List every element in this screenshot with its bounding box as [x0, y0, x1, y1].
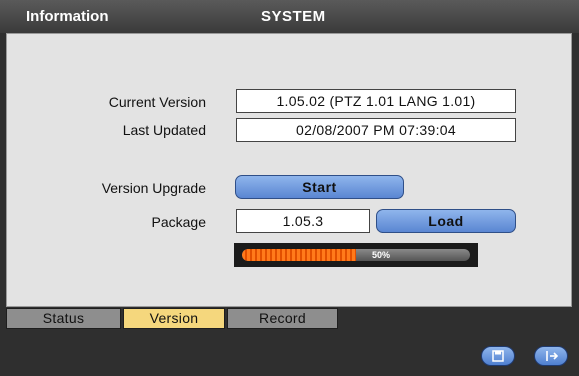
- tab-version[interactable]: Version: [123, 308, 225, 329]
- start-button[interactable]: Start: [235, 175, 404, 199]
- package-label: Package: [151, 214, 206, 230]
- tab-record[interactable]: Record: [227, 308, 338, 329]
- last-updated-field: 02/08/2007 PM 07:39:04: [236, 118, 516, 142]
- window-title: Information: [26, 8, 109, 25]
- progress-percent-text: 50%: [372, 250, 391, 260]
- tab-status[interactable]: Status: [6, 308, 121, 329]
- version-upgrade-label: Version Upgrade: [101, 180, 206, 196]
- progress-fill: [242, 249, 356, 261]
- save-button[interactable]: [481, 346, 515, 366]
- current-version-label: Current Version: [108, 94, 206, 110]
- upgrade-progress: 50%: [234, 243, 478, 267]
- last-updated-label: Last Updated: [122, 122, 206, 138]
- exit-button[interactable]: [534, 346, 568, 366]
- package-field[interactable]: 1.05.3: [236, 209, 370, 233]
- progress-track: 50%: [242, 249, 470, 261]
- load-button[interactable]: Load: [376, 209, 516, 233]
- section-title: SYSTEM: [261, 8, 326, 25]
- title-bar: Information SYSTEM: [0, 0, 579, 33]
- current-version-field: 1.05.02 (PTZ 1.01 LANG 1.01): [236, 89, 516, 113]
